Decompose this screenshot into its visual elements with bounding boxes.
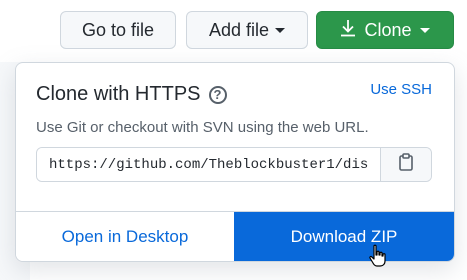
popover-title: Clone with HTTPS ? bbox=[36, 83, 227, 106]
popover-title-text: Clone with HTTPS bbox=[36, 83, 201, 105]
clone-popover: Clone with HTTPS ? Use SSH Use Git or ch… bbox=[15, 62, 455, 262]
add-file-label: Add file bbox=[208, 19, 270, 40]
download-icon bbox=[340, 19, 356, 42]
clone-description: Use Git or checkout with SVN using the w… bbox=[36, 119, 369, 136]
popover-footer: Open in Desktop Download ZIP bbox=[16, 211, 454, 261]
download-zip-button[interactable]: Download ZIP bbox=[234, 212, 454, 261]
use-ssh-link[interactable]: Use SSH bbox=[370, 81, 432, 98]
chevron-down-icon bbox=[419, 27, 430, 33]
clipboard-icon bbox=[398, 153, 414, 176]
go-to-file-button[interactable]: Go to file bbox=[60, 11, 176, 49]
hand-pointer-cursor bbox=[368, 244, 388, 273]
clone-label: Clone bbox=[364, 19, 412, 40]
add-file-button[interactable]: Add file bbox=[186, 11, 308, 49]
chevron-down-icon bbox=[275, 27, 286, 33]
question-circle-icon[interactable]: ? bbox=[208, 85, 227, 104]
go-to-file-label: Go to file bbox=[81, 19, 155, 40]
copy-url-button[interactable] bbox=[380, 148, 431, 181]
clone-url-group bbox=[36, 147, 432, 182]
clone-url-input[interactable] bbox=[37, 148, 380, 181]
open-in-desktop-button[interactable]: Open in Desktop bbox=[16, 212, 234, 261]
clone-button[interactable]: Clone bbox=[316, 11, 454, 49]
